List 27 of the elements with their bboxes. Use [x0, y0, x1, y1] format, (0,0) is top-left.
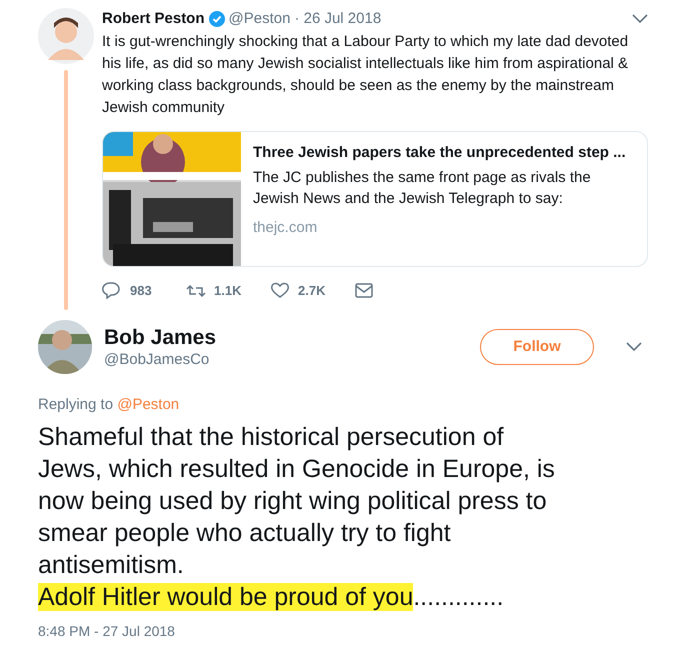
reply-link[interactable]: @Peston [117, 396, 180, 413]
link-card[interactable]: Three Jewish papers take the unprecedented step ... The JC publishes the same front page as rivals the Jewish News and the Jewish Telegraph to say: thejc.com [102, 130, 648, 266]
author-name[interactable]: Robert Peston [102, 8, 205, 30]
action-count: 2.7K [298, 282, 326, 300]
chevron-icon[interactable] [626, 342, 642, 352]
card-domain: thejc.com [253, 218, 318, 238]
avatar [38, 8, 94, 64]
tweet-text: ............. [413, 582, 504, 610]
author-handle[interactable]: @BobJamesCo [104, 351, 468, 369]
action-count: 983 [130, 282, 152, 300]
tweet-timestamp[interactable]: 8:48 PM - 27 Jul 2018 [0, 612, 682, 650]
action-count: 1.1K [214, 282, 242, 300]
tweet-text: Shameful that the historical persecution of Jews, which resulted in Genocide in Europe, is now being used by right wing political press to smear people who actually try to fight antisemitism. [38, 422, 555, 578]
follow-button[interactable]: Follow [480, 329, 594, 365]
card-description: The JC publishes the same front page as rivals the Jewish News and the Jewish Telegraph to say: [253, 168, 592, 208]
heart-icon[interactable] [270, 281, 290, 300]
tweet-text: It is gut-wrenchingly shocking that a Labour Party to which my late dad devoted his life, as did so many Jewish socialist intellectuals like him from aspirational & working class backgrounds, should be seen as the enemy by the mainstream Jewish community [102, 32, 630, 118]
author-handle[interactable]: @Peston [228, 8, 290, 30]
replying-label: Replying to [38, 396, 114, 413]
avatar [38, 320, 92, 374]
envelope-icon[interactable] [354, 281, 374, 300]
reply-icon[interactable] [102, 281, 122, 300]
tweet-date[interactable]: · 26 Jul 2018 [294, 8, 382, 30]
highlighted-text: Adolf Hitler would be proud of you [38, 582, 414, 610]
chevron-icon[interactable] [632, 14, 648, 24]
card-title: Three Jewish papers take the unprecedented step ... [253, 142, 627, 162]
author-name[interactable]: Bob James [104, 325, 468, 351]
